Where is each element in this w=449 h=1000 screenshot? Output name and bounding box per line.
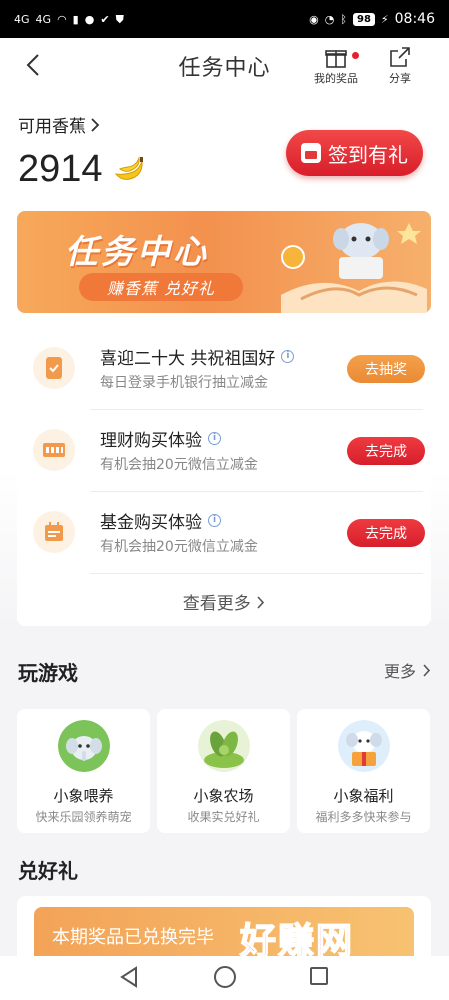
task-subtitle: 有机会抽20元微信立减金 <box>100 457 258 473</box>
notification-icon: ▮ <box>72 12 79 26</box>
notification-dot <box>352 52 359 59</box>
task-title: 理财购买体验 i <box>100 426 221 451</box>
redeem-section-title: 兑好礼 <box>18 859 78 883</box>
complete-button[interactable]: 去完成 <box>347 437 425 465</box>
banner-title: 任务中心 <box>65 232 209 271</box>
elephant-farm-icon <box>198 720 250 772</box>
redeem-banner[interactable]: 本期奖品已兑换完毕 <box>34 907 414 956</box>
redeem-status-text: 本期奖品已兑换完毕 <box>52 927 214 948</box>
task-center-banner[interactable]: 任务中心 赚香蕉 兑好礼 <box>17 211 431 313</box>
task-title: 喜迎二十大 共祝祖国好 i <box>100 344 295 369</box>
more-label: 更多 <box>383 662 416 681</box>
banana-count: 2914 <box>18 148 145 191</box>
battery-icon: 98 <box>352 12 375 26</box>
redeem-card: 本期奖品已兑换完毕 <box>17 896 431 956</box>
elephant-feeding-icon <box>58 720 110 772</box>
view-more-link[interactable]: 查看更多 <box>17 589 431 614</box>
game-card-welfare[interactable]: 小象福利 福利多多快来参与 <box>297 709 430 833</box>
task-title-text: 喜迎二十大 共祝祖国好 <box>100 349 276 369</box>
task-list-card: 喜迎二十大 共祝祖国好 i 每日登录手机银行抽立减金 去抽奖 理财购买体验 i … <box>17 327 431 626</box>
task-title: 基金购买体验 i <box>100 508 221 533</box>
task-row: 基金购买体验 i 有机会抽20元微信立减金 去完成 <box>17 491 431 573</box>
banana-label: 可用香蕉 <box>18 117 86 137</box>
eye-icon: ◉ <box>309 12 319 26</box>
system-nav-bar <box>0 956 449 1000</box>
calendar-icon <box>33 511 75 553</box>
nav-back-icon[interactable] <box>118 965 140 989</box>
task-title-text: 基金购买体验 <box>100 513 202 533</box>
back-button[interactable] <box>18 50 48 80</box>
bluetooth-icon: ᛒ <box>340 12 347 26</box>
chevron-right-icon <box>257 596 265 609</box>
calendar-icon <box>301 143 321 163</box>
task-row: 理财购买体验 i 有机会抽20元微信立减金 去完成 <box>17 409 431 491</box>
game-name: 小象福利 <box>333 787 394 805</box>
status-bar: 4G 4G ◠ ▮ ● ✔ ⛊ ◉ ◔ ᛒ 98 ⚡ 08:46 <box>0 0 449 38</box>
game-card-feeding[interactable]: 小象喂养 快来乐园领养萌宠 <box>17 709 150 833</box>
game-subtitle: 快来乐园领养萌宠 <box>35 810 132 824</box>
nav-recent-icon[interactable] <box>310 967 328 985</box>
charging-icon: ⚡ <box>380 12 389 26</box>
my-prizes-label: 我的奖品 <box>314 72 358 85</box>
header: 任务中心 我的奖品 分享 <box>0 38 449 94</box>
clock: 08:46 <box>394 11 435 27</box>
task-row: 喜迎二十大 共祝祖国好 i 每日登录手机银行抽立减金 去抽奖 <box>17 327 431 409</box>
wealth-icon <box>33 429 75 471</box>
banner-subtitle: 赚香蕉 兑好礼 <box>79 273 243 301</box>
signin-gift-button[interactable]: 签到有礼 <box>286 130 423 176</box>
game-subtitle: 收果实兑好礼 <box>187 810 260 824</box>
chevron-left-icon <box>26 54 39 76</box>
task-subtitle: 每日登录手机银行抽立减金 <box>100 375 268 391</box>
chevron-right-icon <box>91 117 100 132</box>
message-icon: ● <box>84 12 95 26</box>
phone-icon <box>33 347 75 389</box>
games-more-link[interactable]: 更多 <box>384 658 431 682</box>
gift-icon <box>325 50 347 68</box>
chevron-right-icon <box>423 663 431 677</box>
share-button[interactable]: 分享 <box>378 44 422 86</box>
games-section-title: 玩游戏 <box>18 661 78 685</box>
share-label: 分享 <box>389 72 411 85</box>
game-name: 小象农场 <box>193 787 254 805</box>
task-title-text: 理财购买体验 <box>100 431 202 451</box>
signal-icon: 4G <box>35 12 52 26</box>
info-icon[interactable]: i <box>208 514 221 527</box>
check-icon: ✔ <box>100 12 110 26</box>
share-icon <box>390 47 410 67</box>
signal-icon: 4G <box>14 12 30 26</box>
game-name: 小象喂养 <box>53 787 114 805</box>
banana-icon <box>114 155 143 180</box>
task-subtitle: 有机会抽20元微信立减金 <box>100 539 258 555</box>
lottery-button[interactable]: 去抽奖 <box>347 355 425 383</box>
game-subtitle: 福利多多快来参与 <box>315 810 412 824</box>
info-icon[interactable]: i <box>281 350 295 363</box>
elephant-book-illustration <box>281 223 427 313</box>
my-prizes-button[interactable]: 我的奖品 <box>306 44 366 86</box>
wifi-icon: ◠ <box>57 12 67 26</box>
shield-icon: ⛊ <box>115 12 124 26</box>
alarm-icon: ◔ <box>324 12 335 26</box>
divider <box>90 573 423 574</box>
info-icon[interactable]: i <box>208 432 221 445</box>
nav-home-icon[interactable] <box>214 966 236 988</box>
banana-balance-link[interactable]: 可用香蕉 <box>18 112 100 137</box>
elephant-welfare-icon <box>338 720 390 772</box>
complete-button[interactable]: 去完成 <box>347 519 425 547</box>
view-more-label: 查看更多 <box>182 594 251 614</box>
game-card-farm[interactable]: 小象农场 收果实兑好礼 <box>157 709 290 833</box>
signin-label: 签到有礼 <box>328 142 408 167</box>
banana-count-value: 2914 <box>18 148 103 190</box>
